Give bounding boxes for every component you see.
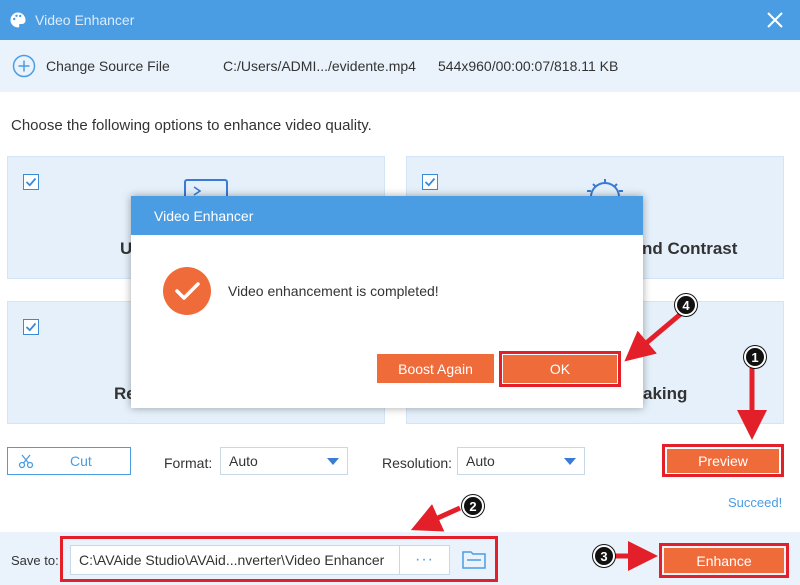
step-badge: 4: [675, 294, 697, 316]
arrow-to-save-path: [410, 504, 462, 532]
arrow-to-ok: [624, 310, 685, 362]
annotation-arrows: [410, 310, 767, 571]
step-badge: 3: [593, 545, 615, 567]
step-badge: 2: [462, 495, 484, 517]
step-badge: 1: [744, 346, 766, 368]
